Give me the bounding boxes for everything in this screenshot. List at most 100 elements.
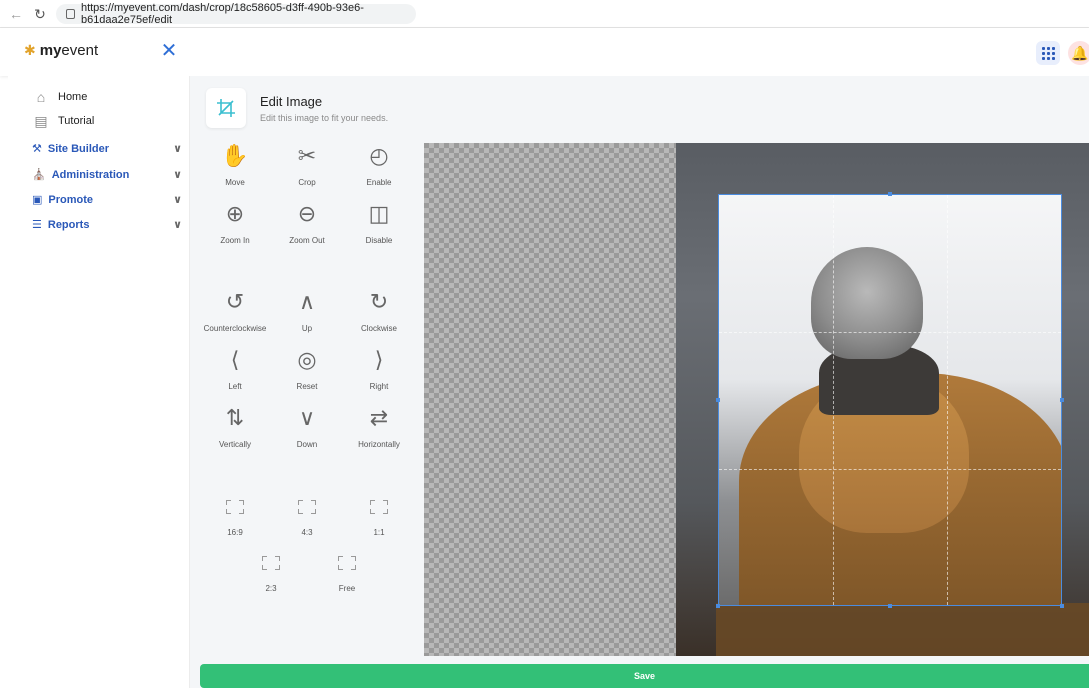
chart-icon: ☰ <box>32 219 42 231</box>
zoom-out-icon: ⊖ <box>297 201 317 226</box>
aspect-frame-icon <box>370 500 388 514</box>
tool-label: Clockwise <box>360 324 397 333</box>
lock-icon: ◫ <box>368 201 390 226</box>
books-icon: ▤ <box>34 113 48 129</box>
sidebar-item-label: Home <box>58 91 88 103</box>
image-canvas[interactable] <box>424 143 1089 656</box>
logo-suffix: event <box>61 42 99 59</box>
tools-panel: ✋ Move ✂ Crop ◴ Enable ⊕ Zoom In ⊖ Zoom … <box>200 142 426 656</box>
ratio-free-button[interactable]: Free <box>312 556 382 593</box>
tool-label: Counterclockwise <box>203 324 267 333</box>
crop-guide <box>719 469 1061 470</box>
sidebar-item-tutorial[interactable]: ▤ Tutorial <box>32 112 94 130</box>
logo[interactable]: ✱ myevent <box>24 42 98 59</box>
crop-handle-bottom-right[interactable] <box>1060 604 1064 608</box>
crop-area[interactable] <box>718 194 1062 606</box>
sidebar-section-label: Promote <box>48 193 94 206</box>
ratio-2-3-button[interactable]: 2:3 <box>236 556 306 593</box>
rotate-clockwise-button[interactable]: ↻ Clockwise <box>344 288 414 333</box>
move-right-button[interactable]: ⟩ Right <box>344 346 414 391</box>
chevron-down-icon[interactable]: ∨ <box>173 168 182 181</box>
crop-handle-bottom-left[interactable] <box>716 604 720 608</box>
close-sidebar-icon[interactable]: ✕ <box>160 41 178 61</box>
flip-horizontal-button[interactable]: ⇄ Horizontally <box>344 404 414 449</box>
crop-handle-right[interactable] <box>1060 398 1064 402</box>
disable-button[interactable]: ◫ Disable <box>344 200 414 245</box>
photo-beanie <box>811 247 923 359</box>
ratio-16-9-button[interactable]: 16:9 <box>200 500 270 537</box>
sidebar: ⌂ Home ▤ Tutorial ⚒ Site Builder ∨ ⛪ Admin… <box>8 76 190 688</box>
app-header: ✱ myevent ✕ 🔔 <box>0 28 1089 76</box>
move-left-button[interactable]: ⟨ Left <box>200 346 270 391</box>
crop-guide <box>719 332 1061 333</box>
flip-horizontal-icon: ⇄ <box>369 405 389 430</box>
zoom-in-button[interactable]: ⊕ Zoom In <box>200 200 270 245</box>
tool-label: Crop <box>298 178 316 187</box>
chevron-right-icon: ⟩ <box>374 347 384 372</box>
transparent-background <box>424 143 676 656</box>
tool-label: Disable <box>365 236 393 245</box>
reload-icon[interactable]: ↻ <box>32 6 48 22</box>
edit-image-header: Edit Image Edit this image to fit your n… <box>206 88 388 128</box>
ratio-1-1-button[interactable]: 1:1 <box>344 500 414 537</box>
notification-bell-icon[interactable]: 🔔 <box>1068 41 1089 65</box>
hand-icon: ✋ <box>221 143 249 168</box>
chevron-left-icon: ⟨ <box>230 347 240 372</box>
megaphone-icon: ▣ <box>32 194 43 206</box>
enable-button[interactable]: ◴ Enable <box>344 142 414 187</box>
tool-label: Down <box>296 440 318 449</box>
tool-label: Left <box>228 382 242 391</box>
tool-label: Move <box>225 178 245 187</box>
back-icon[interactable]: ← <box>8 6 24 22</box>
crop-button[interactable]: ✂ Crop <box>272 142 342 187</box>
move-up-button[interactable]: ∧ Up <box>272 288 342 333</box>
aspect-frame-icon <box>262 556 280 570</box>
sidebar-section-label: Administration <box>51 168 130 181</box>
chevron-down-icon[interactable]: ∨ <box>173 193 182 206</box>
sidebar-item-label: Tutorial <box>58 115 95 127</box>
reset-icon: ◎ <box>297 347 317 372</box>
chevron-down-icon[interactable]: ∨ <box>173 142 182 155</box>
reset-button[interactable]: ◎ Reset <box>272 346 342 391</box>
crop-handle-bottom[interactable] <box>888 604 892 608</box>
tool-label: Enable <box>366 178 392 187</box>
rotate-left-icon: ↺ <box>225 289 245 314</box>
logo-mark-icon: ✱ <box>24 42 36 58</box>
aspect-frame-icon <box>338 556 356 570</box>
scissors-icon: ✂ <box>297 143 317 168</box>
jacket-bottom <box>716 603 1089 656</box>
flip-vertical-button[interactable]: ⇅ Vertically <box>200 404 270 449</box>
site-info-icon[interactable] <box>66 8 75 19</box>
ratio-label: 2:3 <box>265 584 277 593</box>
sidebar-item-home[interactable]: ⌂ Home <box>32 88 88 106</box>
aspect-frame-icon <box>226 500 244 514</box>
sidebar-section-site-builder[interactable]: ⚒ Site Builder ∨ <box>32 142 182 156</box>
browser-toolbar: ← ↻ https://myevent.com/dash/crop/18c586… <box>0 0 1089 28</box>
logo-prefix: my <box>39 42 62 59</box>
chevron-down-icon[interactable]: ∨ <box>173 218 182 231</box>
rotate-counterclockwise-button[interactable]: ↺ Counterclockwise <box>200 288 270 333</box>
ratio-4-3-button[interactable]: 4:3 <box>272 500 342 537</box>
move-button[interactable]: ✋ Move <box>200 142 270 187</box>
save-button[interactable]: Save <box>200 664 1089 688</box>
move-down-button[interactable]: ∨ Down <box>272 404 342 449</box>
rotate-right-icon: ↻ <box>369 289 389 314</box>
tool-label: Vertically <box>218 440 251 449</box>
crop-guide <box>833 195 834 605</box>
url-text: https://myevent.com/dash/crop/18c58605-d… <box>80 1 364 26</box>
apps-grid-icon[interactable] <box>1036 41 1060 65</box>
sidebar-section-administration[interactable]: ⛪ Administration ∨ <box>32 168 182 182</box>
tool-label: Horizontally <box>358 440 400 449</box>
sidebar-section-promote[interactable]: ▣ Promote ∨ <box>32 193 182 207</box>
address-bar[interactable]: https://myevent.com/dash/crop/18c58605-d… <box>56 1 416 26</box>
crop-guide <box>947 195 948 605</box>
tool-label: Zoom In <box>220 236 250 245</box>
chevron-down-icon: ∨ <box>298 405 316 430</box>
crop-handle-top[interactable] <box>888 192 892 196</box>
home-icon: ⌂ <box>36 89 46 105</box>
sidebar-section-reports[interactable]: ☰ Reports ∨ <box>32 218 182 232</box>
zoom-out-button[interactable]: ⊖ Zoom Out <box>272 200 342 245</box>
main-content: Edit Image Edit this image to fit your n… <box>190 76 1089 688</box>
tool-label: Reset <box>296 382 318 391</box>
crop-handle-left[interactable] <box>716 398 720 402</box>
